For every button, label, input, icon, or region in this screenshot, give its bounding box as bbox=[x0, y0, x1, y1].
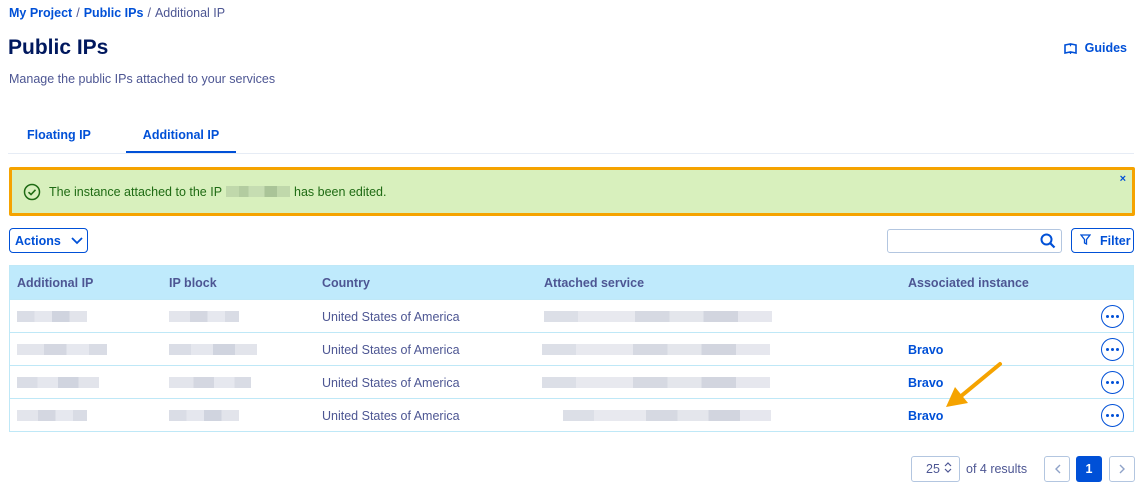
redacted-ip bbox=[17, 311, 87, 322]
header-associated-instance[interactable]: Associated instance bbox=[908, 276, 1029, 290]
filter-button[interactable]: Filter bbox=[1071, 228, 1134, 253]
redacted-ip-block bbox=[169, 311, 239, 322]
close-icon[interactable]: × bbox=[1120, 173, 1126, 185]
breadcrumb-my-project[interactable]: My Project bbox=[9, 6, 72, 20]
header-ip-block[interactable]: IP block bbox=[169, 276, 217, 290]
redacted-ip-block bbox=[169, 344, 257, 355]
redacted-service bbox=[544, 311, 772, 322]
header-country[interactable]: Country bbox=[322, 276, 370, 290]
actions-button[interactable]: Actions bbox=[9, 228, 88, 253]
breadcrumb-current: Additional IP bbox=[154, 6, 226, 20]
page-title: Public IPs bbox=[8, 36, 109, 59]
sort-arrows-icon bbox=[944, 462, 952, 476]
tab-additional-ip[interactable]: Additional IP bbox=[126, 128, 236, 153]
chevron-right-icon bbox=[1119, 462, 1126, 477]
country-cell: United States of America bbox=[322, 343, 460, 357]
redacted-ip-block bbox=[169, 377, 251, 388]
filter-icon bbox=[1079, 233, 1092, 248]
header-additional-ip[interactable]: Additional IP bbox=[17, 276, 93, 290]
more-actions-button[interactable] bbox=[1101, 305, 1124, 328]
guides-label: Guides bbox=[1084, 41, 1127, 55]
book-icon bbox=[1063, 42, 1077, 54]
search-icon[interactable] bbox=[1040, 233, 1056, 254]
redacted-ip-block bbox=[169, 410, 239, 421]
filter-label: Filter bbox=[1100, 233, 1131, 248]
redacted-ip bbox=[17, 410, 87, 421]
previous-page-button[interactable] bbox=[1044, 456, 1070, 482]
more-actions-button[interactable] bbox=[1101, 404, 1124, 427]
tab-floating-ip[interactable]: Floating IP bbox=[27, 128, 91, 151]
more-actions-button[interactable] bbox=[1101, 338, 1124, 361]
actions-label: Actions bbox=[15, 233, 61, 248]
breadcrumb: My Project / Public IPs / Additional IP bbox=[9, 6, 225, 20]
instance-link[interactable]: Bravo bbox=[908, 343, 943, 357]
alert-text-after: has been edited. bbox=[294, 184, 387, 199]
redacted-ip bbox=[17, 344, 107, 355]
redacted-service bbox=[542, 344, 770, 355]
more-actions-button[interactable] bbox=[1101, 371, 1124, 394]
redacted-ip bbox=[226, 186, 291, 197]
header-attached-service[interactable]: Attached service bbox=[544, 276, 644, 290]
next-page-button[interactable] bbox=[1109, 456, 1135, 482]
alert-message: The instance attached to the IP has been… bbox=[49, 185, 386, 199]
alert-text-before: The instance attached to the IP bbox=[49, 184, 223, 199]
chevron-left-icon bbox=[1054, 462, 1061, 477]
success-alert: The instance attached to the IP has been… bbox=[9, 167, 1135, 216]
country-cell: United States of America bbox=[322, 376, 460, 390]
chevron-down-icon bbox=[71, 234, 83, 248]
check-circle-icon bbox=[23, 183, 41, 201]
annotation-arrow-icon bbox=[946, 362, 1002, 407]
instance-link[interactable]: Bravo bbox=[908, 409, 943, 423]
table-header: Additional IP IP block Country Attached … bbox=[10, 266, 1133, 299]
table-row: United States of America bbox=[10, 299, 1133, 332]
country-cell: United States of America bbox=[322, 409, 460, 423]
breadcrumb-separator: / bbox=[147, 6, 151, 20]
tab-bar: Floating IP Additional IP bbox=[8, 120, 1134, 154]
page-subtitle: Manage the public IPs attached to your s… bbox=[9, 72, 276, 86]
breadcrumb-separator: / bbox=[76, 6, 80, 20]
instance-link[interactable]: Bravo bbox=[908, 376, 943, 390]
page-size-value: 25 bbox=[926, 462, 940, 476]
redacted-ip bbox=[17, 377, 99, 388]
page-button-current[interactable]: 1 bbox=[1076, 456, 1102, 482]
breadcrumb-public-ips[interactable]: Public IPs bbox=[84, 6, 144, 20]
results-count: of 4 results bbox=[966, 462, 1028, 476]
guides-link[interactable]: Guides bbox=[1063, 41, 1127, 55]
redacted-service bbox=[542, 377, 770, 388]
country-cell: United States of America bbox=[322, 310, 460, 324]
search-input[interactable] bbox=[887, 229, 1062, 253]
page-size-select[interactable]: 25 bbox=[911, 456, 960, 482]
redacted-service bbox=[563, 410, 771, 421]
